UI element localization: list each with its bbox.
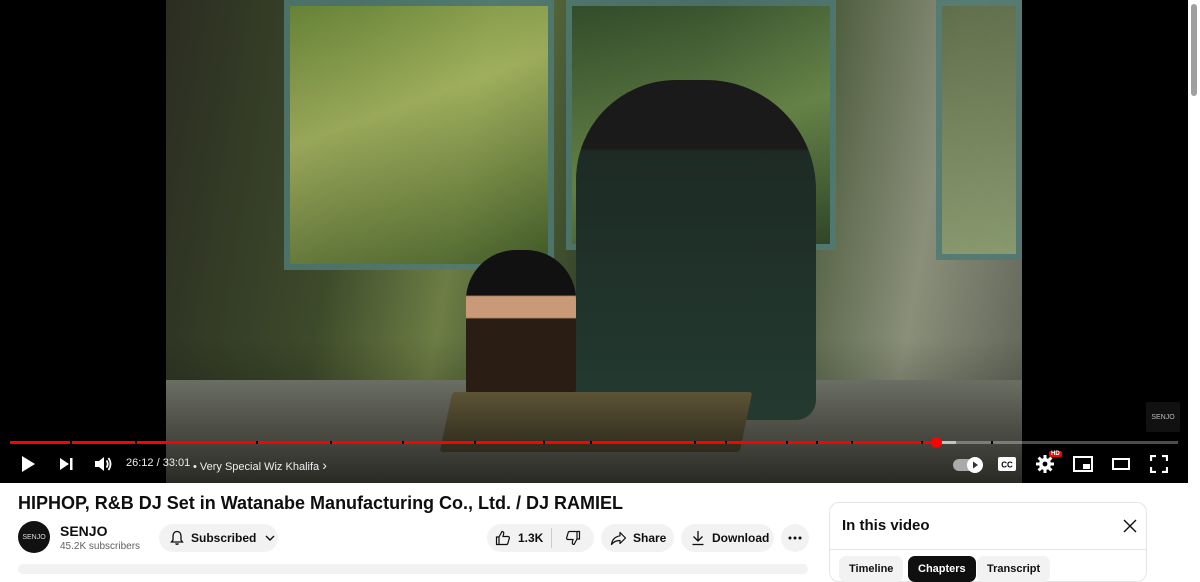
panel-close-button[interactable] [1120,516,1140,536]
video-scene-person [576,80,816,420]
more-horizontal-icon [788,536,802,540]
chapter-marker [991,441,994,444]
theater-mode-button[interactable] [1109,448,1133,480]
more-actions-button[interactable] [781,524,809,552]
like-button[interactable]: 1.3K [487,524,551,552]
download-button[interactable]: Download [681,524,774,552]
chevron-down-icon [265,535,275,541]
chevron-right-icon: › [322,457,327,473]
thumbs-down-icon [566,530,581,546]
channel-avatar[interactable]: SENJO [18,521,50,553]
tab-label: Chapters [918,563,966,575]
dislike-button[interactable] [552,524,594,552]
video-scene-window [936,0,1022,260]
fullscreen-icon [1150,455,1168,473]
chapter-marker [69,441,72,444]
autoplay-toggle-knob [967,457,983,473]
like-dislike-group: 1.3K [487,524,594,552]
chapter-marker [590,441,593,444]
panel-divider [830,549,1146,550]
tab-timeline[interactable]: Timeline [839,556,904,582]
description-box[interactable] [18,564,808,574]
chapter-marker [402,441,405,444]
progress-bar[interactable] [10,437,1178,448]
chapter-marker [256,441,259,444]
volume-button[interactable] [90,448,116,480]
play-icon [22,456,35,472]
chapter-marker [785,441,788,444]
in-this-video-panel: In this video Timeline Chapters Transcri… [829,502,1147,582]
volume-icon [95,457,112,471]
player-controls: 26:12 / 33:01 • Very Special Wiz Khalifa… [0,448,1188,480]
chapter-marker [724,441,727,444]
captions-button[interactable]: CC [995,448,1019,480]
captions-icon: CC [998,457,1016,471]
hd-badge: HD [1049,451,1062,457]
tab-transcript[interactable]: Transcript [977,556,1051,582]
next-icon [60,458,73,470]
share-label: Share [633,531,667,545]
svg-text:CC: CC [1001,461,1013,470]
chapter-marker [330,441,333,444]
tab-chapters[interactable]: Chapters [908,556,976,582]
channel-name[interactable]: SENJO [60,523,107,539]
download-icon [692,531,704,546]
tab-label: Transcript [987,563,1041,575]
share-icon [610,531,627,545]
autoplay-toggle[interactable] [950,448,984,480]
chapter-marker [134,441,137,444]
close-icon [1123,519,1137,533]
chapter-title-button[interactable]: • Very Special Wiz Khalifa › [193,457,327,473]
subscribed-button[interactable]: Subscribed [159,524,278,552]
video-frame[interactable] [166,0,1022,483]
share-button[interactable]: Share [601,524,674,552]
chapter-marker [921,441,924,444]
autoplay-toggle-track [953,457,983,473]
video-player[interactable]: SENJO 26:12 / 33:01 • Very Special Wiz K… [0,0,1188,483]
miniplayer-button[interactable] [1071,448,1095,480]
chapter-title: • Very Special Wiz Khalifa [193,461,320,473]
play-small-icon [973,461,978,469]
chapter-marker [542,441,545,444]
panel-title: In this video [842,517,930,534]
video-title: HIPHOP, R&B DJ Set in Watanabe Manufactu… [18,493,624,513]
chapter-marker [850,441,853,444]
video-scene-window [284,0,554,270]
time-display: 26:12 / 33:01 [126,457,191,469]
like-count: 1.3K [518,531,544,545]
chapter-marker [694,441,697,444]
fullscreen-button[interactable] [1147,448,1171,480]
theater-icon [1112,458,1130,470]
play-button[interactable] [16,448,40,480]
subscribed-label: Subscribed [191,531,257,545]
gear-icon [1036,455,1054,473]
subscriber-count: 45.2K subscribers [60,541,141,552]
chapter-marker [473,441,476,444]
thumbs-up-icon [495,530,510,546]
miniplayer-icon [1073,456,1093,472]
tab-label: Timeline [849,563,894,575]
channel-watermark[interactable]: SENJO [1146,402,1180,432]
chapter-marker [815,441,818,444]
download-label: Download [712,531,770,545]
settings-button[interactable]: HD [1033,448,1062,480]
video-scene-person [466,250,576,400]
bell-icon [170,530,184,545]
next-button[interactable] [54,448,78,480]
page-scrollbar-thumb[interactable] [1191,4,1197,96]
